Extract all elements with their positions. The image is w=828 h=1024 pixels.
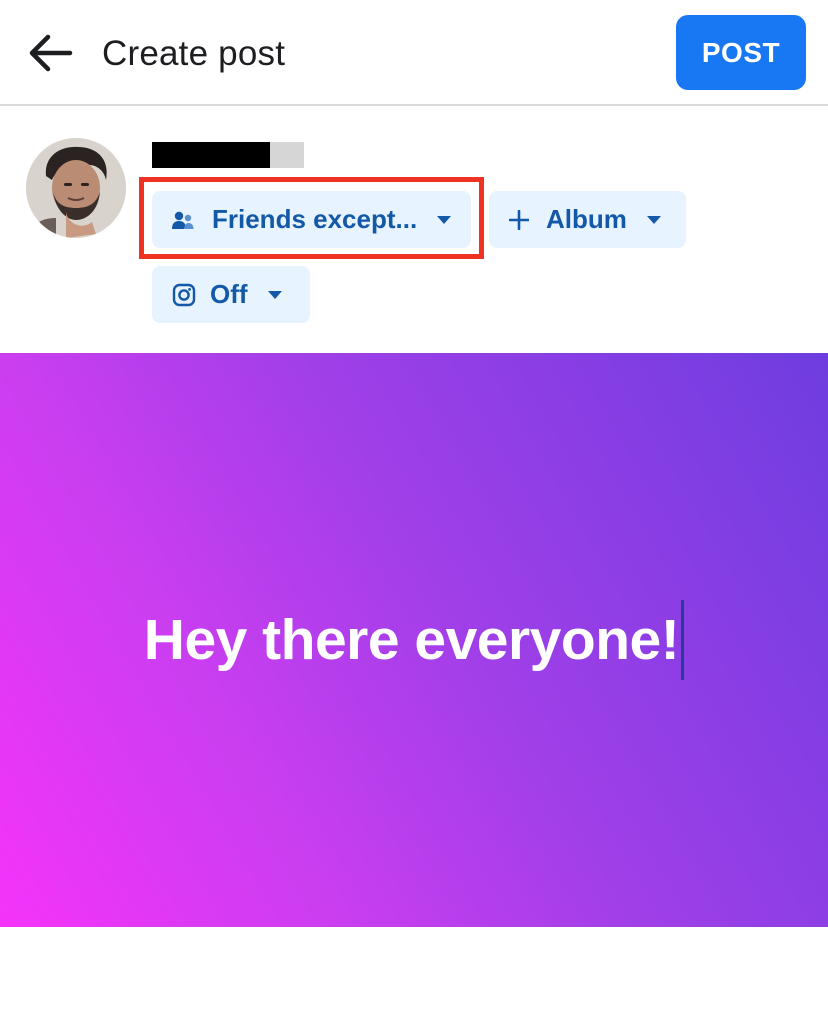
text-cursor (681, 600, 685, 680)
post-background-canvas[interactable]: Hey there everyone! (0, 353, 828, 927)
album-label: Album (546, 204, 627, 234)
avatar (26, 138, 126, 238)
album-selector[interactable]: Album (489, 191, 686, 248)
plus-icon (509, 209, 529, 230)
post-text-editor[interactable]: Hey there everyone! (143, 600, 685, 680)
caret-down-icon (437, 215, 452, 224)
back-button[interactable] (22, 28, 78, 78)
username-redacted (152, 142, 308, 168)
top-app-bar: Create post POST (0, 0, 828, 106)
instagram-label: Off (210, 279, 248, 309)
instagram-icon (172, 283, 196, 306)
post-button[interactable]: POST (676, 15, 806, 90)
page-title: Create post (102, 34, 286, 73)
post-text: Hey there everyone! (143, 608, 680, 672)
audience-label: Friends except... (212, 204, 418, 234)
instagram-selector[interactable]: Off (152, 266, 310, 323)
caret-down-icon (267, 290, 282, 299)
audience-selector[interactable]: Friends except... (152, 191, 471, 248)
people-icon (172, 211, 194, 229)
caret-down-icon (646, 215, 661, 224)
arrow-left-icon (29, 34, 73, 72)
